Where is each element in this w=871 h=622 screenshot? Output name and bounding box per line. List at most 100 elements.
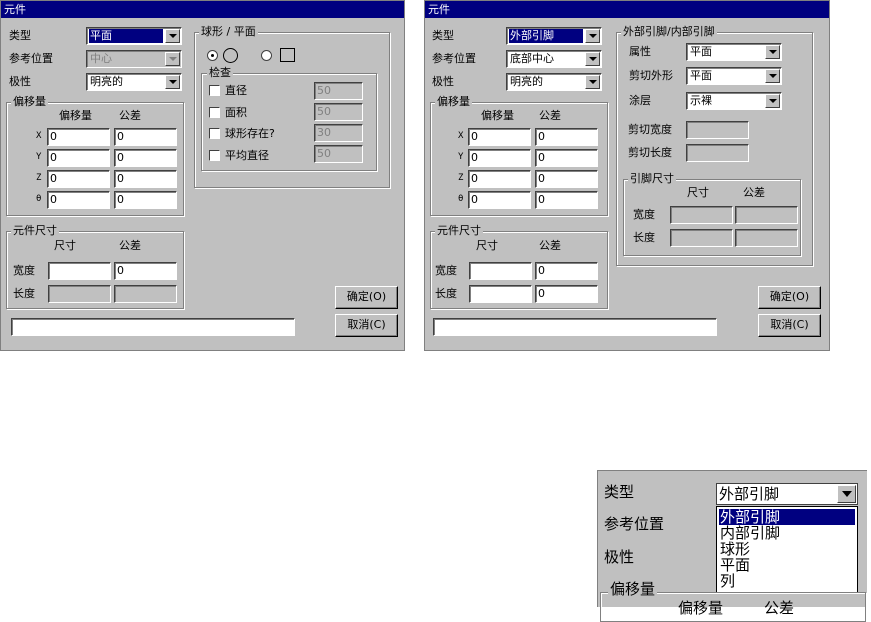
pin-length-input[interactable]: [670, 229, 733, 247]
width-tolerance-input[interactable]: 0: [114, 262, 177, 280]
coating-select[interactable]: 示裸: [686, 92, 782, 110]
axis-y-label: Y: [458, 152, 464, 162]
ball-exist-value[interactable]: 30: [314, 124, 363, 142]
length-label: 长度: [435, 287, 457, 300]
option-inner-lead[interactable]: 内部引脚: [719, 525, 855, 541]
option-ball[interactable]: 球形: [719, 541, 855, 557]
circle-radio[interactable]: [207, 50, 218, 61]
diameter-checkbox[interactable]: [209, 85, 220, 96]
ball-exist-checkbox[interactable]: [209, 128, 220, 139]
length-input[interactable]: [48, 285, 111, 303]
zoom-type-select[interactable]: 外部引脚: [716, 483, 858, 505]
tolerance-y-input[interactable]: 0: [114, 149, 177, 167]
type-label: 类型: [9, 29, 31, 42]
length-input[interactable]: [469, 285, 532, 303]
length-tolerance-input[interactable]: [114, 285, 177, 303]
offset-x-input[interactable]: 0: [468, 128, 531, 146]
cut-shape-select[interactable]: 平面: [686, 67, 782, 85]
offset-theta-input[interactable]: 0: [468, 191, 531, 209]
avg-diameter-label: 平均直径: [225, 149, 269, 162]
component-size-title: 元件尺寸: [435, 224, 483, 237]
axis-x-label: X: [36, 131, 42, 141]
cancel-button[interactable]: 取消(C): [758, 314, 821, 337]
pin-length-tolerance-input[interactable]: [735, 229, 798, 247]
length-label: 长度: [13, 287, 35, 300]
chevron-down-icon[interactable]: [765, 69, 780, 83]
zoom-type-label: 类型: [604, 483, 635, 501]
attribute-select[interactable]: 平面: [686, 43, 782, 61]
type-label: 类型: [432, 29, 454, 42]
offset-z-input[interactable]: 0: [468, 170, 531, 188]
ok-button[interactable]: 确定(O): [335, 286, 398, 309]
zoom-polarity-label: 极性: [604, 548, 635, 566]
type-select[interactable]: 外部引脚: [506, 27, 602, 45]
ok-button[interactable]: 确定(O): [758, 286, 821, 309]
width-input[interactable]: [48, 262, 111, 280]
avg-diameter-checkbox[interactable]: [209, 150, 220, 161]
offset-theta-input[interactable]: 0: [47, 191, 110, 209]
tolerance-theta-input[interactable]: 0: [114, 191, 177, 209]
cut-width-input[interactable]: [686, 121, 749, 139]
offset-group-title: 偏移量: [11, 95, 48, 108]
axis-theta-label: θ: [458, 194, 464, 204]
polarity-select[interactable]: 明亮的: [86, 73, 182, 91]
chevron-down-icon[interactable]: [765, 45, 780, 59]
tolerance-x-input[interactable]: 0: [114, 128, 177, 146]
option-column[interactable]: 列: [719, 573, 855, 589]
offset-z-input[interactable]: 0: [47, 170, 110, 188]
offset-x-input[interactable]: 0: [47, 128, 110, 146]
type-select[interactable]: 平面: [86, 27, 182, 45]
diameter-value[interactable]: 50: [314, 82, 363, 100]
tolerance-theta-input[interactable]: 0: [535, 191, 598, 209]
zoom-type-value: 外部引脚: [719, 485, 780, 503]
diameter-label: 直径: [225, 84, 247, 97]
chevron-down-icon[interactable]: [765, 94, 780, 108]
chevron-down-icon[interactable]: [585, 52, 600, 66]
status-input[interactable]: [433, 318, 717, 336]
ref-position-select[interactable]: 中心: [86, 50, 182, 68]
size-column-header: 尺寸: [476, 239, 498, 252]
chevron-down-icon[interactable]: [837, 485, 856, 503]
cut-width-label: 剪切宽度: [628, 123, 672, 136]
axis-y-label: Y: [36, 152, 42, 162]
tolerance-z-input[interactable]: 0: [535, 170, 598, 188]
chevron-down-icon[interactable]: [165, 75, 180, 89]
left-dialog-title: 元件: [1, 1, 404, 18]
length-tolerance-input[interactable]: 0: [535, 285, 598, 303]
avg-diameter-value[interactable]: 50: [314, 145, 363, 163]
chevron-down-icon[interactable]: [585, 75, 600, 89]
cut-length-input[interactable]: [686, 144, 749, 162]
chevron-down-icon[interactable]: [585, 29, 600, 43]
type-options-list[interactable]: 外部引脚 内部引脚 球形 平面 列: [716, 506, 858, 593]
area-value[interactable]: 50: [314, 103, 363, 121]
tolerance-x-input[interactable]: 0: [535, 128, 598, 146]
tolerance-y-input[interactable]: 0: [535, 149, 598, 167]
width-input[interactable]: [469, 262, 532, 280]
check-group-title: 检查: [207, 66, 233, 79]
ref-position-value: 底部中心: [510, 52, 554, 65]
option-outer-lead[interactable]: 外部引脚: [719, 509, 855, 525]
cancel-button[interactable]: 取消(C): [335, 314, 398, 337]
square-radio[interactable]: [261, 50, 272, 61]
offset-y-input[interactable]: 0: [47, 149, 110, 167]
area-checkbox[interactable]: [209, 107, 220, 118]
right-component-dialog: 元件 类型 外部引脚 参考位置 底部中心 极性 明亮的 偏移量 偏移量 公差 X…: [424, 0, 830, 351]
polarity-select[interactable]: 明亮的: [506, 73, 602, 91]
chevron-down-icon[interactable]: [165, 29, 180, 43]
cut-length-label: 剪切长度: [628, 146, 672, 159]
offset-y-input[interactable]: 0: [468, 149, 531, 167]
tolerance-z-input[interactable]: 0: [114, 170, 177, 188]
square-shape-icon: [280, 48, 295, 62]
lead-group-title: 外部引脚/内部引脚: [621, 25, 717, 38]
status-input[interactable]: [11, 318, 295, 336]
width-tolerance-input[interactable]: 0: [535, 262, 598, 280]
option-plane[interactable]: 平面: [719, 557, 855, 573]
polarity-value: 明亮的: [90, 75, 123, 88]
cut-shape-label: 剪切外形: [629, 69, 673, 82]
chevron-down-icon[interactable]: [165, 52, 180, 66]
ref-position-select[interactable]: 底部中心: [506, 50, 602, 68]
zoomed-type-dropdown-panel: 类型 外部引脚 外部引脚 内部引脚 球形 平面 列 参考位置 极性 偏移量 偏移…: [597, 470, 867, 622]
pin-width-input[interactable]: [670, 206, 733, 224]
pin-width-tolerance-input[interactable]: [735, 206, 798, 224]
area-label: 面积: [225, 106, 247, 119]
